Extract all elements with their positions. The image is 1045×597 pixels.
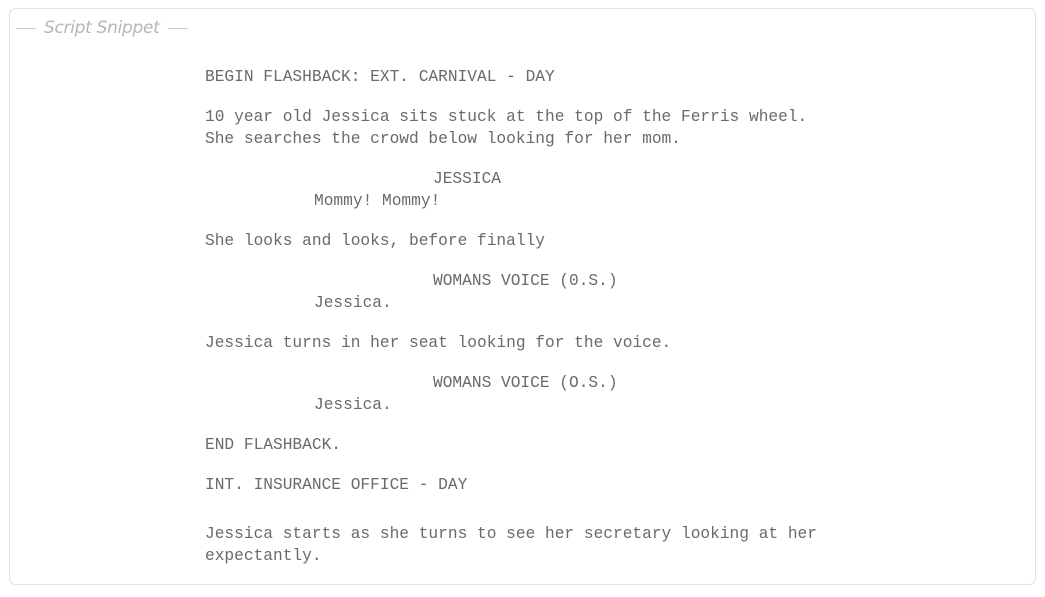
panel-legend: Script Snippet <box>16 18 188 38</box>
action-line: She looks and looks, before finally <box>205 232 545 250</box>
action-line: She searches the crowd below looking for… <box>205 130 681 148</box>
scene-heading: INT. INSURANCE OFFICE - DAY <box>205 476 468 494</box>
dialogue: Jessica. <box>314 294 392 312</box>
action-line: 10 year old Jessica sits stuck at the to… <box>205 108 808 126</box>
transition: END FLASHBACK. <box>205 436 341 454</box>
action-line: Jessica turns in her seat looking for th… <box>205 334 672 352</box>
action-line: expectantly. <box>205 547 322 565</box>
script-snippet-panel <box>9 8 1036 585</box>
character-name: JESSICA <box>433 170 501 188</box>
action-line: Jessica starts as she turns to see her s… <box>205 525 817 543</box>
legend-dash-right <box>167 27 188 29</box>
panel-title: Script Snippet <box>44 18 160 38</box>
legend-dash-left <box>16 27 36 29</box>
character-name: WOMANS VOICE (0.S.) <box>433 272 618 290</box>
dialogue: Jessica. <box>314 396 392 414</box>
scene-heading: BEGIN FLASHBACK: EXT. CARNIVAL - DAY <box>205 68 555 86</box>
character-name: WOMANS VOICE (O.S.) <box>433 374 618 392</box>
dialogue: Mommy! Mommy! <box>314 192 441 210</box>
